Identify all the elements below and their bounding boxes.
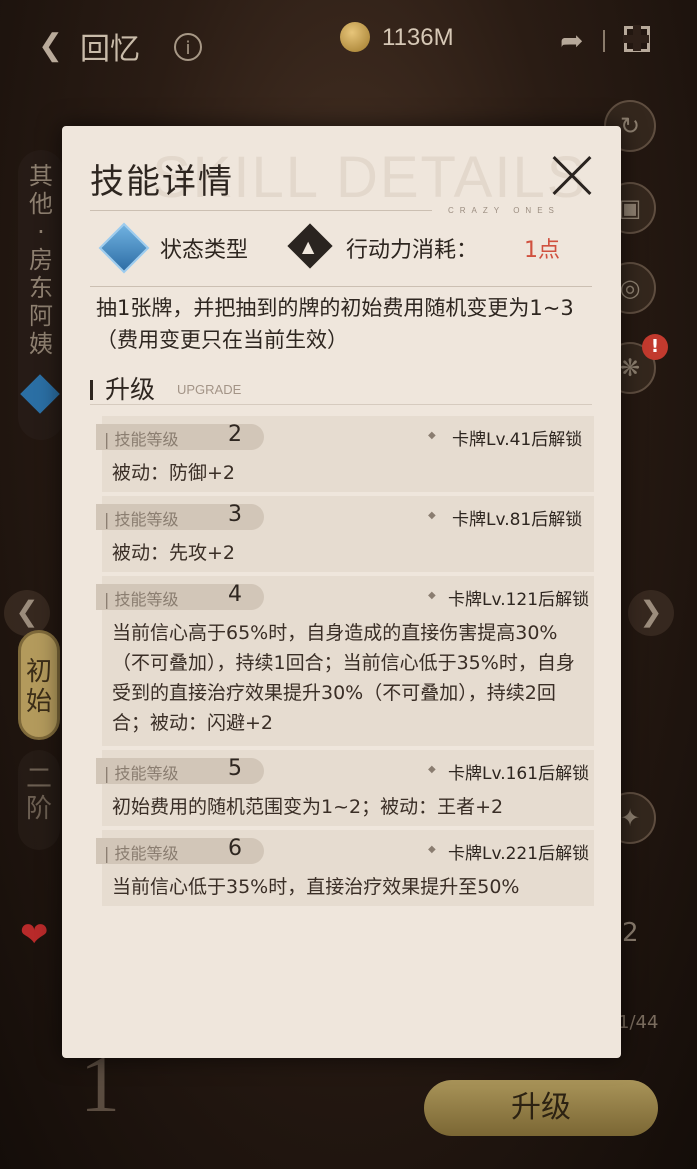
skill-tags: 状态类型 ▲ 行动力消耗： 1点 <box>98 222 582 274</box>
back-arrow-icon[interactable]: ❮ <box>38 28 63 63</box>
level-tag: | 技能等级 <box>104 430 179 449</box>
skill-level-card: | 技能等级 2 ◆ 卡牌Lv.41后解锁 被动：防御+2 <box>96 416 594 492</box>
skill-level-card: | 技能等级 3 ◆ 卡牌Lv.81后解锁 被动：先攻+2 <box>96 496 594 572</box>
top-bar: ❮ 回忆 i 1136M ➦ <box>0 0 697 90</box>
upgrade-heading: 升级 <box>90 370 155 406</box>
share-icon[interactable]: ➦ <box>560 24 583 57</box>
state-type-icon <box>98 222 150 274</box>
toolbar-divider <box>603 30 605 52</box>
level-effect: 当前信心低于35%时，直接治疗效果提升至50% <box>112 876 520 898</box>
upgrade-button[interactable]: 升级 <box>424 1080 658 1136</box>
level-effect: 被动：防御+2 <box>112 462 236 484</box>
level-tag: | 技能等级 <box>104 510 179 529</box>
skill-level-card: | 技能等级 5 ◆ 卡牌Lv.161后解锁 初始费用的随机范围变为1~2；被动… <box>96 750 594 826</box>
title-divider <box>90 210 432 211</box>
action-point-glyph: ▲ <box>302 237 315 256</box>
next-arrow-icon[interactable]: ❯ <box>628 590 674 636</box>
close-icon[interactable] <box>550 154 594 198</box>
upgrade-heading-text: 升级 <box>105 375 156 404</box>
level-number: 3 <box>228 502 242 527</box>
back-title[interactable]: 回忆 <box>80 24 140 68</box>
level-effect: 初始费用的随机范围变为1~2；被动：王者+2 <box>112 796 504 818</box>
tier-tab-next[interactable]: 二阶 <box>18 750 60 850</box>
divider <box>90 286 592 287</box>
modal-title: 技能详情 <box>90 162 234 202</box>
brand-text: CRAZY ONES <box>448 206 560 215</box>
coin-icon <box>340 22 370 52</box>
level-tag: | 技能等级 <box>104 590 179 609</box>
level-number: 6 <box>228 836 242 861</box>
level-effect: 当前信心高于65%时，自身造成的直接伤害提高30%（不可叠加），持续1回合；当前… <box>112 622 575 734</box>
skill-level-card: | 技能等级 6 ◆ 卡牌Lv.221后解锁 当前信心低于35%时，直接治疗效果… <box>96 830 594 906</box>
bullet-icon: ◆ <box>428 590 436 601</box>
bullet-icon: ◆ <box>428 844 436 855</box>
unlock-condition: 卡牌Lv.161后解锁 <box>448 764 590 784</box>
page-count: 1/44 <box>618 1012 659 1033</box>
action-point-value: 1点 <box>524 238 560 263</box>
bullet-icon: ◆ <box>428 430 436 441</box>
action-point-label: 行动力消耗： <box>346 238 479 263</box>
skill-description: 抽1张牌，并把抽到的牌的初始费用随机变更为1~3（费用变更只在当前生效） <box>96 296 574 352</box>
unlock-condition: 卡牌Lv.121后解锁 <box>448 590 590 610</box>
skill-level-card: | 技能等级 4 ◆ 卡牌Lv.121后解锁 当前信心高于65%时，自身造成的直… <box>96 576 594 746</box>
heart-icon[interactable]: ❤ <box>20 915 49 955</box>
level-tag: | 技能等级 <box>104 764 179 783</box>
fullscreen-icon[interactable] <box>623 25 650 52</box>
level-effect: 被动：先攻+2 <box>112 542 236 564</box>
unlock-condition: 卡牌Lv.41后解锁 <box>452 430 583 450</box>
count-value: 2 <box>622 918 639 948</box>
prev-arrow-icon[interactable]: ❮ <box>4 590 50 636</box>
unlock-condition: 卡牌Lv.221后解锁 <box>448 844 590 864</box>
divider <box>90 404 592 405</box>
bullet-icon: ◆ <box>428 510 436 521</box>
heading-bar <box>90 380 93 400</box>
bullet-icon: ◆ <box>428 764 436 775</box>
level-number: 4 <box>228 582 242 607</box>
level-tag: | 技能等级 <box>104 844 179 863</box>
currency-amount: 1136M <box>382 24 454 51</box>
skill-details-modal: SKILL DETAILS 技能详情 CRAZY ONES 状态类型 ▲ 行动力… <box>62 126 621 1058</box>
alert-badge: ! <box>642 334 668 360</box>
character-name: 其他·房东阿姨 <box>29 162 53 358</box>
level-number: 2 <box>228 422 242 447</box>
info-icon[interactable]: i <box>174 33 202 61</box>
level-number: 5 <box>228 756 242 781</box>
unlock-condition: 卡牌Lv.81后解锁 <box>452 510 583 530</box>
tier-tab-selected[interactable]: 初始 <box>18 630 60 740</box>
upgrade-subheading: UPGRADE <box>177 382 242 397</box>
state-type-label: 状态类型 <box>160 238 249 263</box>
